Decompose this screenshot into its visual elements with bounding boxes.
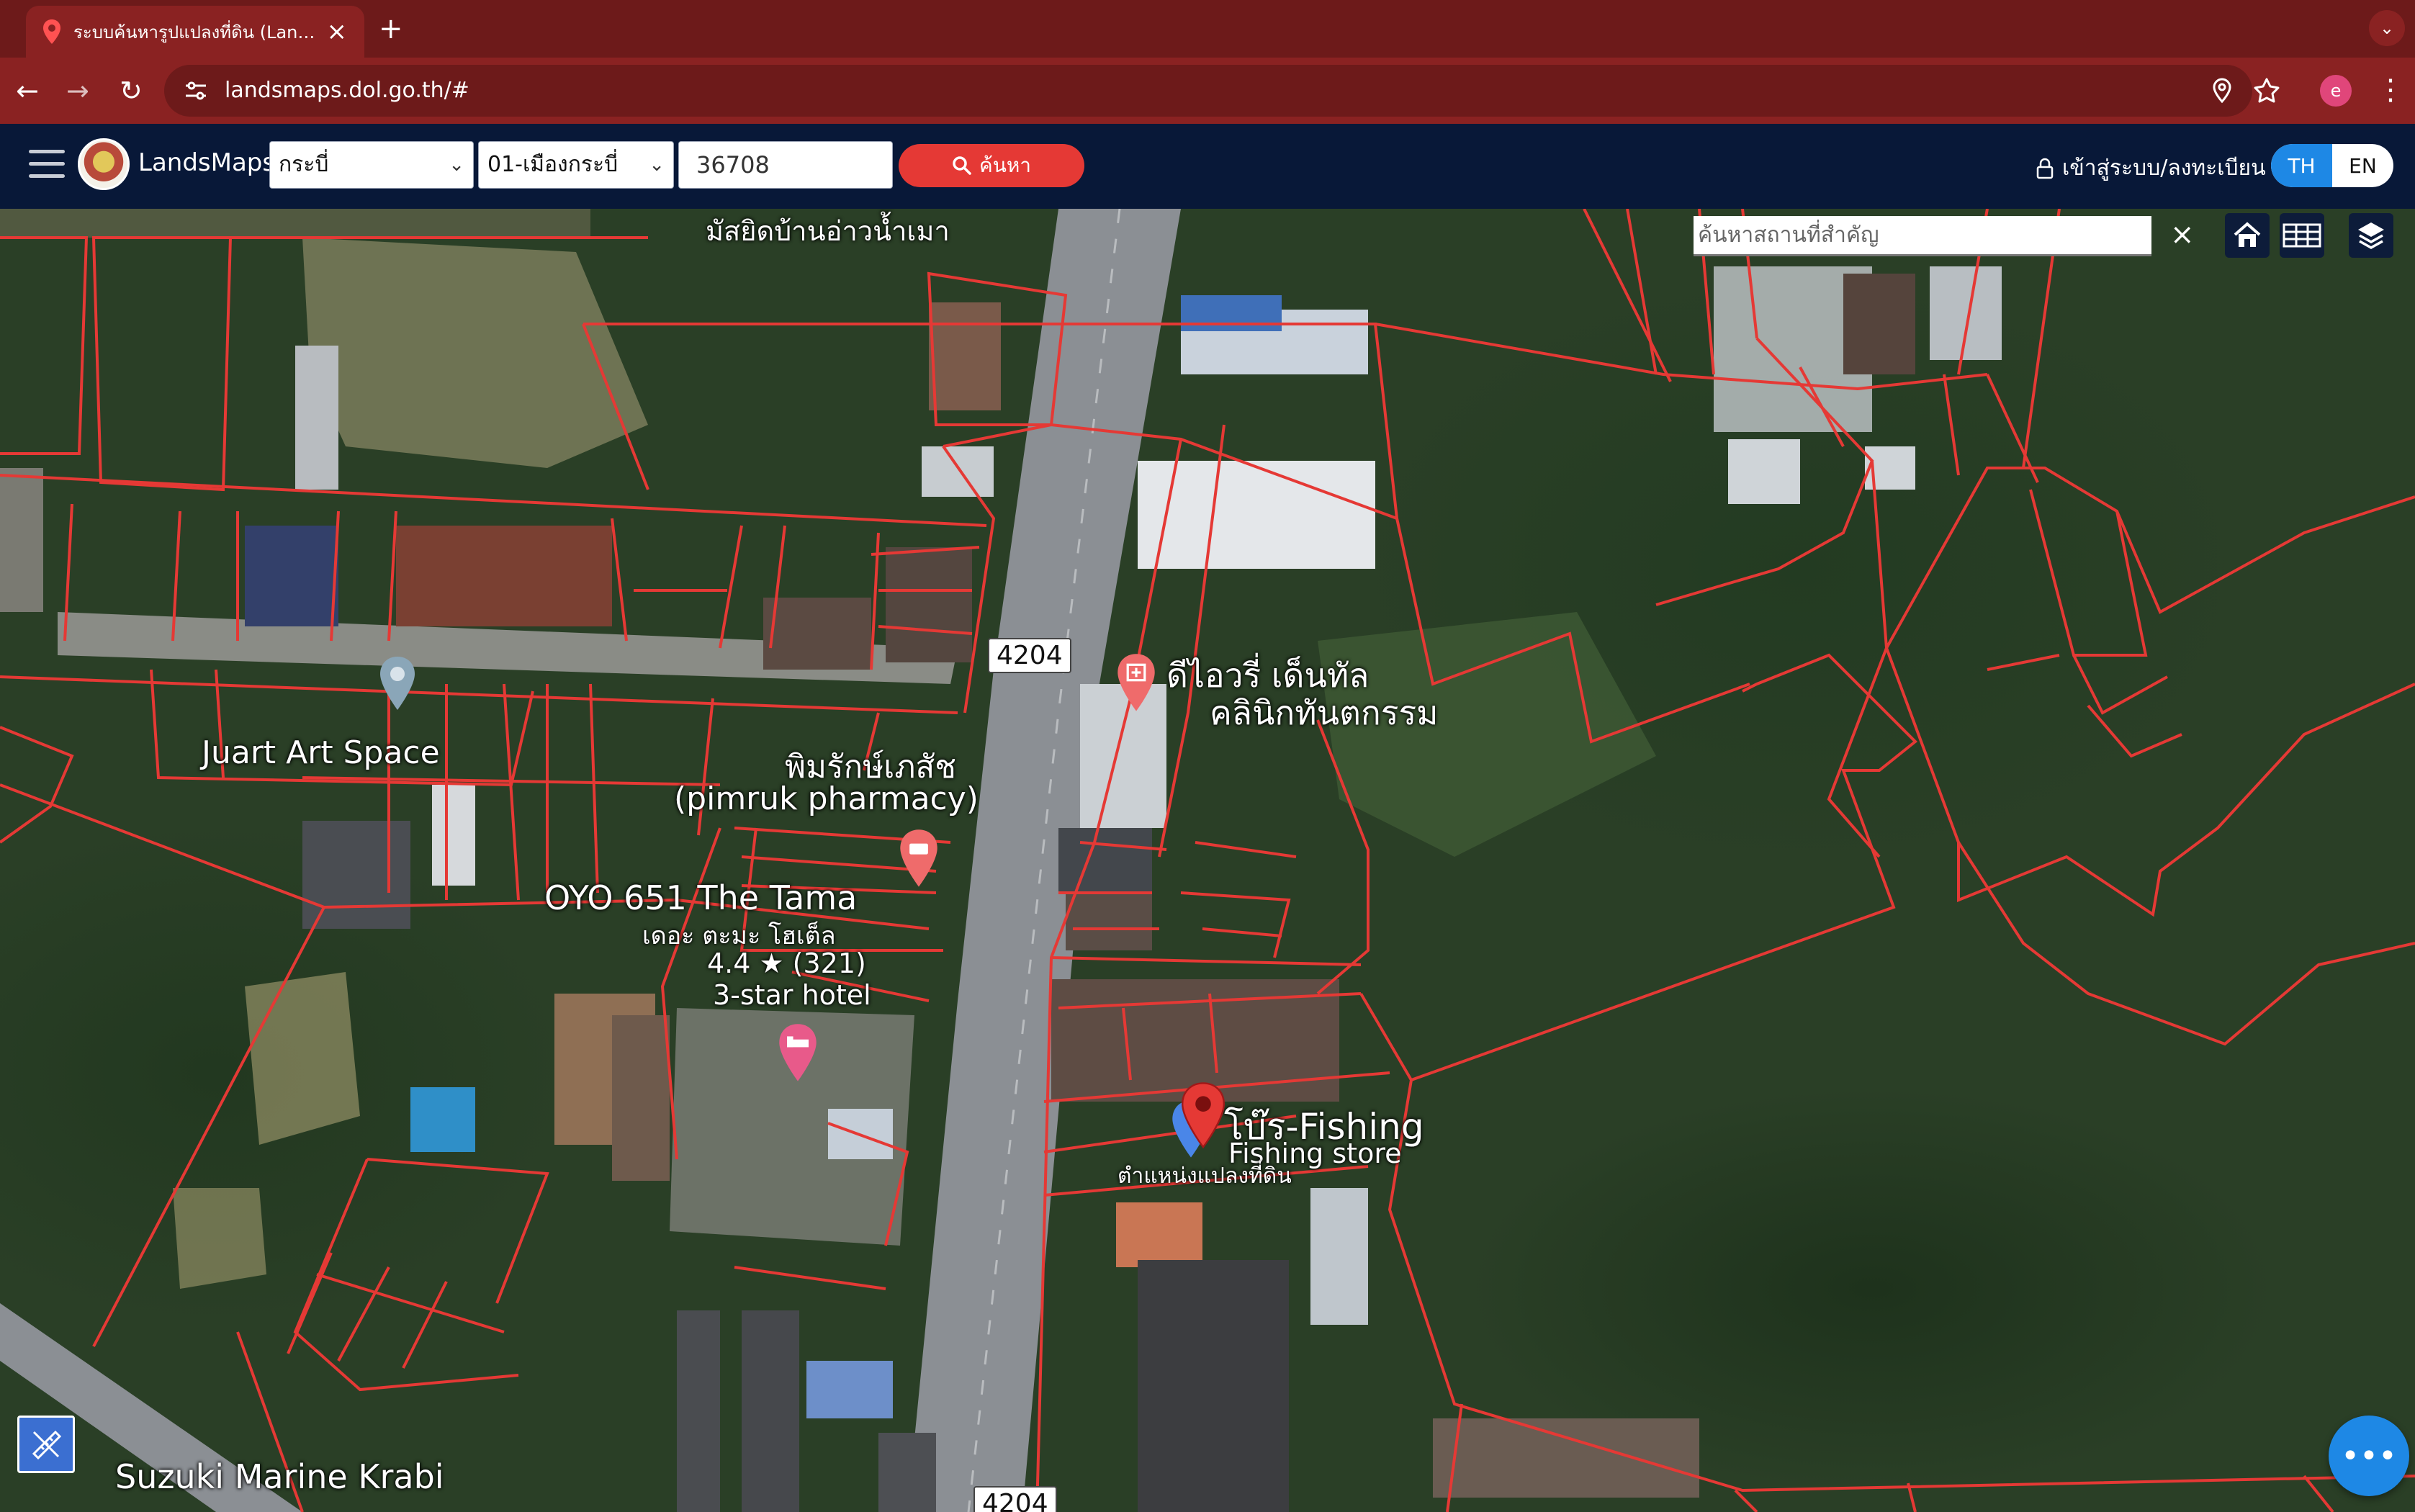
forward-arrow-icon[interactable]: → xyxy=(66,73,89,108)
more-dots-icon: ••• xyxy=(2341,1437,2397,1475)
lang-en-button[interactable]: EN xyxy=(2332,144,2393,187)
login-link[interactable]: เข้าสู่ระบบ/ลงทะเบียน xyxy=(2036,151,2266,185)
app-header: LandsMaps กระบี่ ⌄ 01-เมืองกระบี่ ⌄ 3670… xyxy=(0,124,2415,209)
pharmacy-marker-icon[interactable] xyxy=(897,828,940,890)
map-imagery xyxy=(0,209,2415,1512)
chat-button[interactable]: ••• xyxy=(2329,1416,2409,1496)
parcel-location-pin-icon[interactable] xyxy=(1178,1081,1228,1151)
district-select[interactable]: 01-เมืองกระบี่ ⌄ xyxy=(478,141,674,189)
map-label-hotel-rating: 4.4 ★ (321) xyxy=(707,948,866,979)
ruler-pencil-icon xyxy=(32,1430,62,1460)
map-label-art-space: Juart Art Space xyxy=(202,734,440,771)
search-icon xyxy=(953,156,971,175)
address-bar[interactable]: landsmaps.dol.go.th/# xyxy=(164,65,2280,117)
login-label: เข้าสู่ระบบ/ลงทะเบียน xyxy=(2062,156,2266,181)
tab-title: ระบบค้นหารูปแปลงที่ดิน (LandsMaps) xyxy=(73,22,315,42)
browser-toolbar: ← → ↻ landsmaps.dol.go.th/# e ⋮ xyxy=(0,58,2415,124)
map-label-hotel: OYO 651 The Tama xyxy=(544,878,858,917)
parcel-number-input[interactable]: 36708 xyxy=(678,141,893,189)
museum-marker-icon[interactable] xyxy=(377,655,418,713)
clinic-marker-icon[interactable] xyxy=(1115,652,1158,714)
back-arrow-icon[interactable]: ← xyxy=(16,73,39,108)
hamburger-menu-icon[interactable] xyxy=(29,150,65,181)
hotel-marker-icon[interactable] xyxy=(776,1022,819,1084)
location-icon[interactable] xyxy=(2208,76,2236,105)
lock-icon xyxy=(2036,158,2054,179)
map-label-parcel-position: ตำแหน่งแปลงที่ดิน xyxy=(1117,1164,1292,1189)
browser-menu-icon[interactable]: ⋮ xyxy=(2376,72,2405,108)
bookmark-star-icon[interactable] xyxy=(2252,76,2281,105)
district-value: 01-เมืองกระบี่ xyxy=(487,152,619,177)
search-button-label: ค้นหา xyxy=(979,153,1032,177)
language-toggle: TH EN xyxy=(2271,144,2393,187)
map-label-mosque: มัสยิดบ้านอ่าวน้ำเมา xyxy=(706,215,950,247)
measure-tool-button[interactable] xyxy=(17,1416,75,1473)
place-search-input[interactable]: ค้นหาสถานที่สำคัญ xyxy=(1694,216,2151,256)
satellite-map[interactable]: มัสยิดบ้านอ่าวน้ำเมา Juart Art Space พิม… xyxy=(0,209,2415,1512)
clear-search-icon[interactable]: × xyxy=(2170,219,2195,251)
profile-avatar[interactable]: e xyxy=(2320,75,2352,107)
site-settings-icon[interactable] xyxy=(183,78,209,104)
reload-icon[interactable]: ↻ xyxy=(120,73,143,108)
brand-name: LandsMaps xyxy=(138,148,276,177)
chevron-down-icon: ⌄ xyxy=(449,154,464,176)
layers-icon xyxy=(2358,222,2384,250)
tab-search-chevron-icon[interactable]: ⌄ xyxy=(2369,10,2405,46)
browser-tab[interactable]: ระบบค้นหารูปแปลงที่ดิน (LandsMaps) × xyxy=(26,6,364,58)
close-tab-icon[interactable]: × xyxy=(327,19,348,44)
new-tab-icon[interactable]: + xyxy=(379,10,403,48)
chevron-down-icon: ⌄ xyxy=(649,154,665,176)
grid-icon xyxy=(2283,223,2321,248)
search-button[interactable]: ค้นหา xyxy=(899,144,1084,187)
road-sign-4204-bottom: 4204 xyxy=(973,1486,1057,1512)
province-value: กระบี่ xyxy=(279,152,329,177)
layers-button[interactable] xyxy=(2349,213,2393,258)
map-label-hotel-type: 3-star hotel xyxy=(713,979,871,1011)
dol-logo xyxy=(78,138,130,190)
lang-th-button[interactable]: TH xyxy=(2271,144,2332,187)
home-view-button[interactable] xyxy=(2225,213,2270,258)
map-label-pharmacy-en: (pimruk pharmacy) xyxy=(674,780,979,817)
grid-toggle-button[interactable] xyxy=(2280,213,2324,258)
map-label-suzuki: Suzuki Marine Krabi xyxy=(115,1457,444,1496)
road-sign-4204: 4204 xyxy=(988,638,1071,673)
home-icon xyxy=(2234,222,2261,247)
map-pin-icon xyxy=(43,19,60,44)
url-text: landsmaps.dol.go.th/# xyxy=(225,78,469,103)
province-select[interactable]: กระบี่ ⌄ xyxy=(269,141,474,189)
map-label-dental-2: คลินิกทันตกรรม xyxy=(1210,693,1439,732)
browser-tab-strip: ระบบค้นหารูปแปลงที่ดิน (LandsMaps) × + ⌄ xyxy=(0,0,2415,58)
